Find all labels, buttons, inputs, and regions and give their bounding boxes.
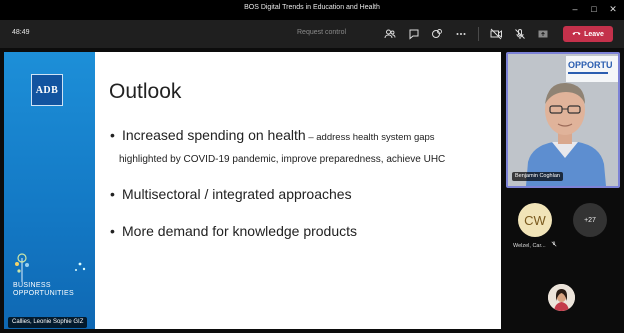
toolbar-divider	[478, 27, 479, 41]
title-bar: BOS Digital Trends in Education and Heal…	[0, 0, 624, 20]
bullet-1-main: Increased spending on health	[122, 127, 306, 143]
meeting-toolbar: 48:49 Request control Leave	[0, 20, 624, 48]
leave-label: Leave	[584, 30, 604, 38]
share-icon[interactable]	[534, 25, 552, 43]
bullet-1-continuation: highlighted by COVID-19 pandemic, improv…	[119, 154, 446, 165]
people-icon[interactable]	[381, 25, 399, 43]
bullet-1-dash: – address health system gaps	[305, 132, 435, 143]
bullet-2-text: Multisectoral / integrated approaches	[122, 186, 352, 202]
mic-off-icon	[551, 241, 557, 249]
slide-title: Outlook	[109, 80, 182, 103]
bullet-1: • Increased spending on health – address…	[110, 127, 435, 143]
more-participants-button[interactable]: +27	[573, 203, 607, 237]
participant-name-cw: Welzel, Car...	[513, 241, 557, 249]
reactions-icon[interactable]	[428, 25, 446, 43]
maximize-button[interactable]: □	[586, 2, 602, 16]
shared-screen-slide: ADB BUSINESS OPPORTUNITIES Outlook • Inc…	[4, 52, 501, 329]
leave-button[interactable]: Leave	[563, 26, 613, 42]
participant-photo	[548, 284, 575, 311]
business-opportunities-text: BUSINESS OPPORTUNITIES	[13, 282, 74, 297]
minimize-button[interactable]: –	[567, 2, 583, 16]
bullet-2: • Multisectoral / integrated approaches	[110, 186, 352, 202]
bullet-3: • More demand for knowledge products	[110, 223, 357, 239]
speaker-video-tile[interactable]: OPPORTU Benjamin Coghlan	[506, 52, 620, 188]
slide-side-band: ADB BUSINESS OPPORTUNITIES	[4, 52, 95, 329]
phone-icon	[572, 30, 581, 38]
speaker-video-image: OPPORTU	[508, 54, 618, 186]
bullet-3-text: More demand for knowledge products	[122, 223, 358, 239]
meeting-timer: 48:49	[12, 29, 30, 36]
bullet-dot: •	[110, 127, 115, 143]
avatar-cw[interactable]: CW	[518, 203, 552, 237]
camera-off-icon[interactable]	[487, 25, 505, 43]
presenter-name-tag: Callies, Leonie Sophie GIZ	[8, 317, 88, 328]
bullet-dot: •	[110, 223, 115, 239]
mic-off-icon[interactable]	[511, 25, 529, 43]
chat-icon[interactable]	[405, 25, 423, 43]
bullet-dot: •	[110, 186, 115, 202]
adb-logo: ADB	[31, 74, 63, 106]
participant-avatar[interactable]	[548, 284, 575, 311]
request-control-button[interactable]: Request control	[297, 29, 346, 36]
more-icon[interactable]	[452, 25, 470, 43]
meeting-stage: ADB BUSINESS OPPORTUNITIES Outlook • Inc…	[0, 48, 624, 333]
speaker-name-tag: Benjamin Coghlan	[512, 172, 563, 181]
background-sign-text: OPPORTU	[568, 60, 613, 70]
close-button[interactable]: ✕	[605, 2, 621, 16]
window-title: BOS Digital Trends in Education and Heal…	[244, 4, 380, 11]
